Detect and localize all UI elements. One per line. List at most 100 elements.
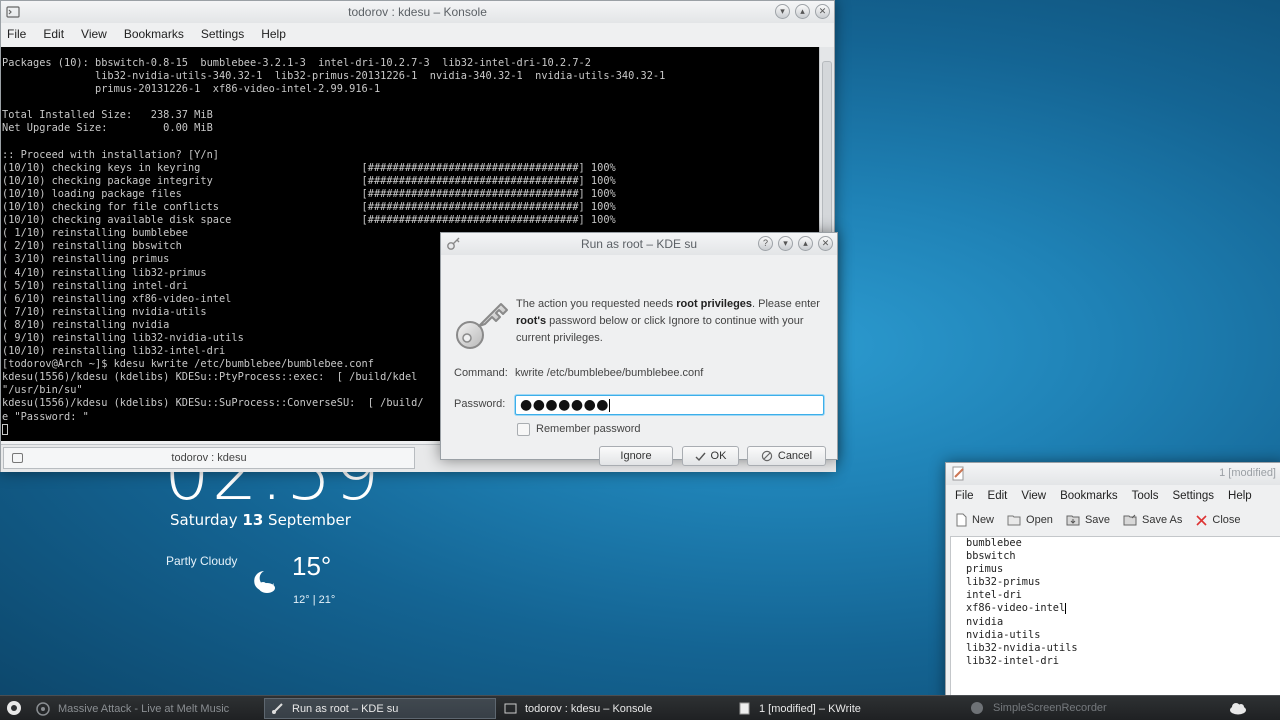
menu-edit[interactable]: Edit xyxy=(43,27,64,41)
task-kdesu[interactable]: Run as root – KDE su xyxy=(264,698,496,719)
screen-recorder-icon[interactable] xyxy=(970,701,984,715)
close-icon xyxy=(1196,514,1207,526)
remember-password-label[interactable]: Remember password xyxy=(536,423,641,435)
menu-help[interactable]: Help xyxy=(1228,490,1252,502)
minimize-button[interactable]: ▾ xyxy=(775,4,790,19)
desktop-clock: 02:59 xyxy=(160,470,390,510)
new-button[interactable]: New xyxy=(954,513,994,527)
maximize-button[interactable]: ▴ xyxy=(798,236,813,251)
kwrite-window: 1 [modified] File Edit View Bookmarks To… xyxy=(945,462,1280,702)
ok-button[interactable]: OK xyxy=(682,446,739,466)
command-label: Command: xyxy=(454,367,508,379)
clock-time: 02:59 xyxy=(164,470,382,510)
kwrite-task-icon xyxy=(739,702,750,715)
save-as-button[interactable]: Save As xyxy=(1123,513,1182,527)
terminal-line: (10/10) loading package files [#########… xyxy=(2,187,616,200)
menu-bookmarks[interactable]: Bookmarks xyxy=(1060,490,1118,502)
close-document-button[interactable]: Close xyxy=(1195,514,1241,527)
close-button[interactable]: ✕ xyxy=(818,236,833,251)
clock-date: Saturday 13 September xyxy=(170,511,351,529)
terminal-line: lib32-nvidia-utils-340.32-1 lib32-primus… xyxy=(2,70,666,83)
menu-view[interactable]: View xyxy=(1021,490,1046,502)
partly-cloudy-night-icon xyxy=(254,571,275,593)
konsole-titlebar[interactable]: todorov : kdesu – Konsole ▾ ▴ ✕ xyxy=(1,1,834,23)
weather-range: 12° | 21° xyxy=(293,594,336,606)
folder-open-icon xyxy=(1007,515,1021,526)
menu-file[interactable]: File xyxy=(955,490,974,502)
menu-file[interactable]: File xyxy=(7,27,26,41)
application-launcher-icon[interactable] xyxy=(6,700,22,716)
editor-line: lib32-nvidia-utils xyxy=(966,641,1078,654)
save-as-icon xyxy=(1123,514,1137,526)
save-button[interactable]: Save xyxy=(1066,513,1110,527)
cloud-icon[interactable] xyxy=(1228,701,1248,715)
password-label: Password: xyxy=(454,398,506,410)
menu-settings[interactable]: Settings xyxy=(201,27,244,41)
key-icon xyxy=(456,303,508,349)
editor-line: primus xyxy=(966,563,1004,576)
close-button[interactable]: ✕ xyxy=(815,4,830,19)
date-day: Saturday xyxy=(170,511,238,529)
editor-line: lib32-primus xyxy=(966,576,1041,589)
command-value: kwrite /etc/bumblebee/bumblebee.conf xyxy=(515,367,704,379)
remember-password-checkbox[interactable] xyxy=(517,423,530,436)
kwrite-menubar: File Edit View Bookmarks Tools Settings … xyxy=(946,485,1280,507)
save-label: Save xyxy=(1084,514,1111,526)
terminal-line: primus-20131226-1 xf86-video-intel-2.99.… xyxy=(2,83,381,96)
run-as-root-icon xyxy=(272,703,283,714)
editor-line: bbswitch xyxy=(966,550,1016,563)
cancel-label: Cancel xyxy=(777,450,813,462)
save-as-label: Save As xyxy=(1142,514,1183,526)
password-field[interactable]: ●●●●●●● xyxy=(515,395,824,415)
message-part: The action you requested needs xyxy=(516,298,677,310)
message-bold: root privileges xyxy=(676,298,753,310)
menu-settings[interactable]: Settings xyxy=(1172,490,1214,502)
new-document-icon xyxy=(956,513,967,527)
menu-tools[interactable]: Tools xyxy=(1132,490,1159,502)
weather-temp: 15° xyxy=(292,551,332,581)
task-konsole[interactable]: todorov : kdesu – Konsole xyxy=(498,698,730,719)
taskbar: Massive Attack - Live at Melt Music Run … xyxy=(0,695,1280,720)
media-player-icon xyxy=(36,701,50,716)
cancel-icon xyxy=(761,450,773,462)
task-kwrite[interactable]: 1 [modified] – KWrite xyxy=(732,698,964,719)
close-label: Close xyxy=(1212,514,1241,526)
menu-edit[interactable]: Edit xyxy=(988,490,1008,502)
kdesu-dialog: Run as root – KDE su ? ▾ ▴ ✕ The action … xyxy=(440,232,838,466)
konsole-tab[interactable]: todorov : kdesu xyxy=(3,447,415,469)
new-label: New xyxy=(972,514,995,526)
help-button[interactable]: ? xyxy=(758,236,773,251)
editor-line: xf86-video-intel xyxy=(966,602,1067,615)
menu-bookmarks[interactable]: Bookmarks xyxy=(124,27,184,41)
terminal-line: Packages (10): bbswitch-0.8-15 bumblebee… xyxy=(2,57,591,69)
konsole-task-icon xyxy=(504,703,517,714)
menu-view[interactable]: View xyxy=(81,27,107,41)
password-dots: ●●●●●●● xyxy=(520,397,610,413)
open-button[interactable]: Open xyxy=(1007,513,1053,527)
weather-condition: Partly Cloudy xyxy=(166,554,238,568)
kwrite-title: 1 [modified] xyxy=(1219,467,1276,479)
kwrite-titlebar[interactable]: 1 [modified] xyxy=(946,463,1280,485)
save-icon xyxy=(1066,515,1080,526)
konsole-menubar: File Edit View Bookmarks Settings Help xyxy=(1,23,834,45)
dialog-titlebar[interactable]: Run as root – KDE su ? ▾ ▴ ✕ xyxy=(441,233,837,255)
terminal-cursor xyxy=(2,424,8,436)
dialog-body: The action you requested needs root priv… xyxy=(441,255,837,466)
cancel-button[interactable]: Cancel xyxy=(747,446,826,466)
menu-help[interactable]: Help xyxy=(261,27,286,41)
check-icon xyxy=(695,452,706,461)
minimize-button[interactable]: ▾ xyxy=(778,236,793,251)
terminal-line: :: Proceed with installation? [Y/n] xyxy=(2,148,219,161)
date-num: 13 xyxy=(242,511,264,529)
maximize-button[interactable]: ▴ xyxy=(795,4,810,19)
terminal-line: (10/10) checking package integrity [####… xyxy=(2,174,616,187)
message-part: password below or click Ignore to contin… xyxy=(516,315,804,344)
task-media-player[interactable]: Massive Attack - Live at Melt Music xyxy=(30,698,252,719)
message-bold: root's xyxy=(516,315,547,327)
konsole-tab-label: todorov : kdesu xyxy=(171,452,247,464)
ignore-button[interactable]: Ignore xyxy=(599,446,673,466)
kwrite-editor[interactable]: bumblebee bbswitch primus lib32-primus intel… xyxy=(950,536,1280,696)
terminal-line: (10/10) checking for file conflicts [###… xyxy=(2,201,616,214)
